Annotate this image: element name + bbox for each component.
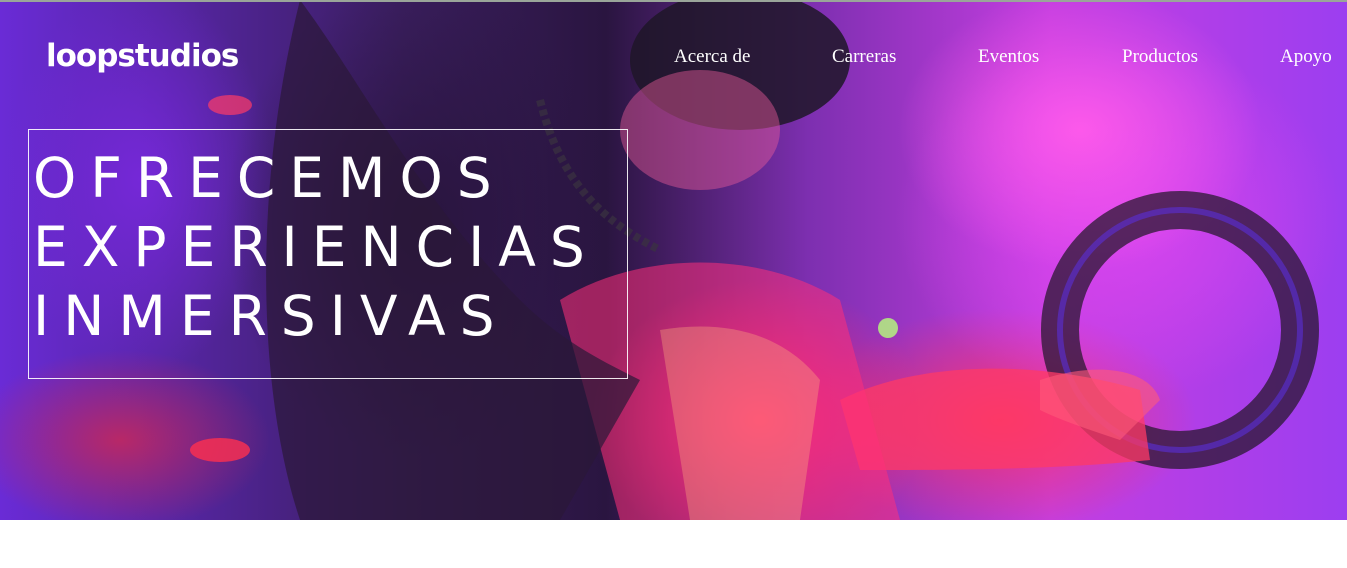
main-nav: Acerca de Carreras Eventos Productos Apo… [0,44,1347,70]
nav-item-carreras[interactable]: Carreras [832,44,896,70]
top-border-line [0,0,1347,2]
nav-item-apoyo[interactable]: Apoyo [1280,44,1332,70]
hero-headline-line-3: INMERSIVAS [33,284,509,348]
hero-headline-line-2: EXPERIENCIAS [33,215,599,279]
hero-headline-line-1: OFRECEMOS [33,146,506,210]
page: loopstudios Acerca de Carreras Eventos P… [0,0,1347,568]
hero-headline: OFRECEMOS EXPERIENCIAS INMERSIVAS [33,144,599,351]
hero-section: loopstudios Acerca de Carreras Eventos P… [0,0,1347,520]
hero-headline-box: OFRECEMOS EXPERIENCIAS INMERSIVAS [28,129,628,379]
nav-item-productos[interactable]: Productos [1122,44,1198,70]
nav-item-eventos[interactable]: Eventos [978,44,1039,70]
nav-item-acerca-de[interactable]: Acerca de [674,44,750,70]
